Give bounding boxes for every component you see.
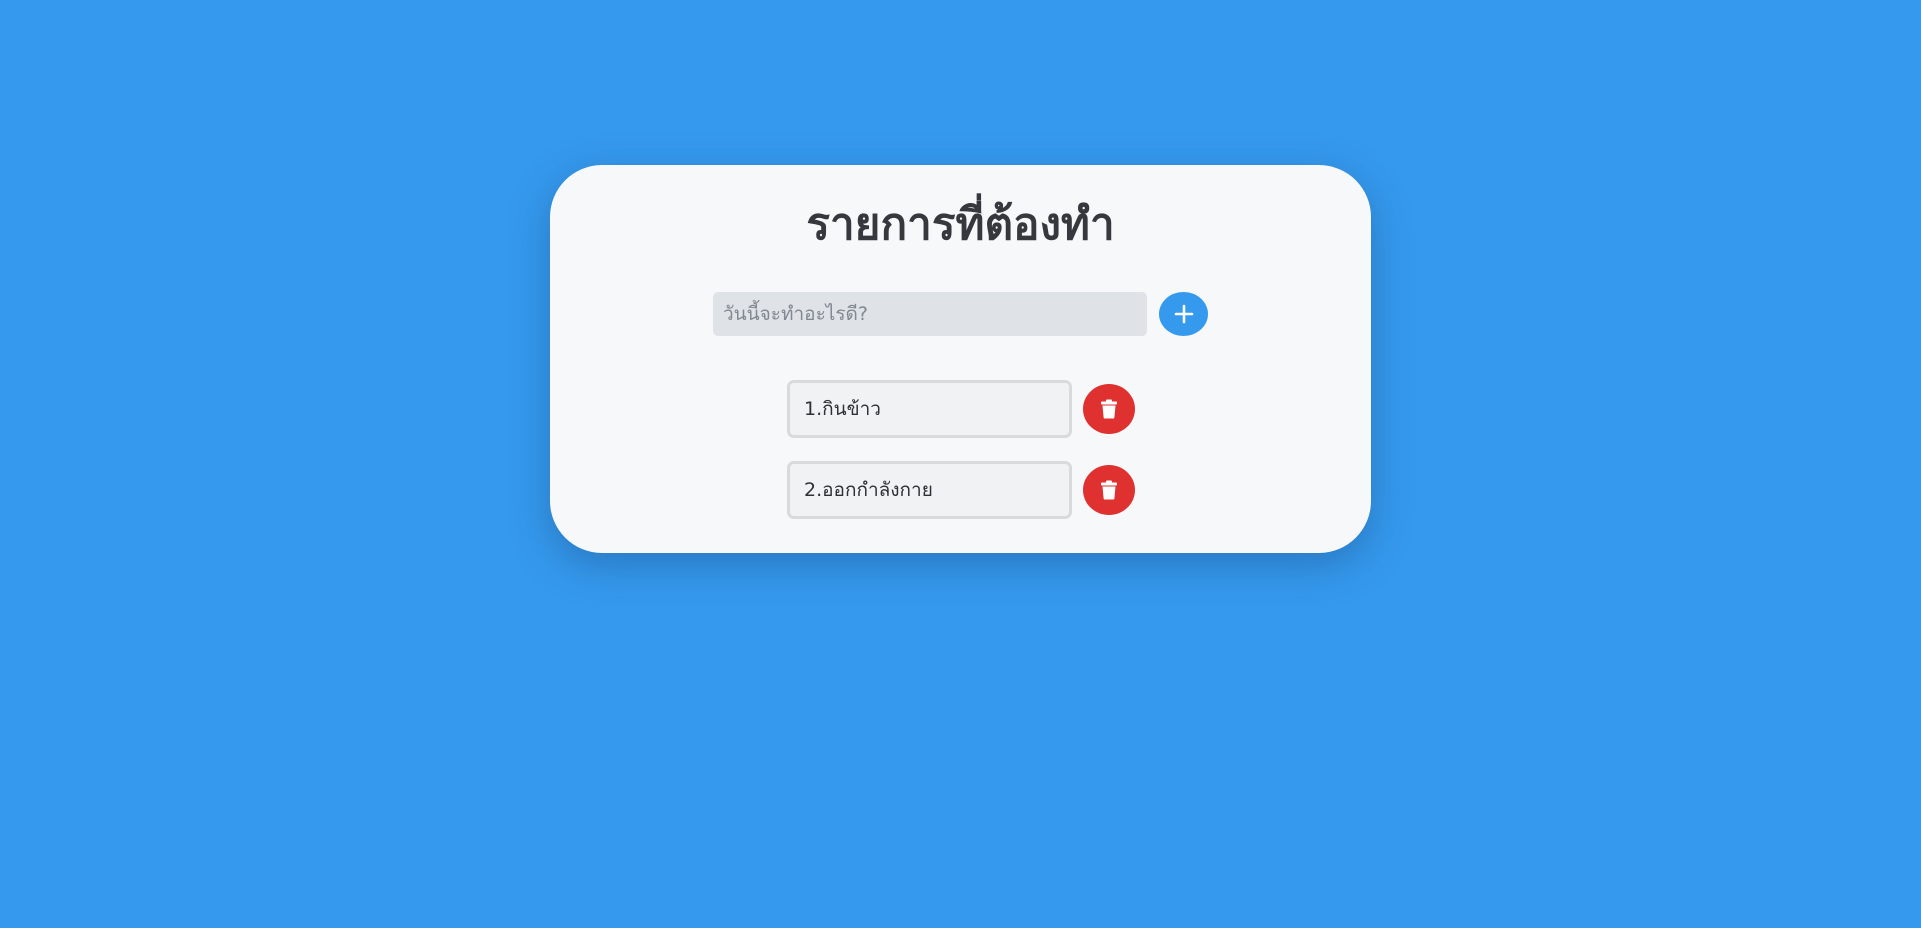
add-todo-button[interactable] (1159, 292, 1208, 336)
todo-item[interactable]: 1.กินข้าว (787, 380, 1072, 438)
page-title: รายการที่ต้องทำ (806, 199, 1115, 250)
plus-icon (1174, 304, 1193, 324)
todo-item-label: 1.กินข้าว (804, 398, 881, 420)
todo-card: รายการที่ต้องทำ 1.กินข้าว 2.ออกกำลังกาย (550, 165, 1371, 553)
trash-icon (1101, 399, 1117, 419)
delete-todo-button[interactable] (1083, 384, 1135, 434)
trash-icon (1101, 480, 1117, 500)
todo-item[interactable]: 2.ออกกำลังกาย (787, 461, 1072, 519)
delete-todo-button[interactable] (1083, 465, 1135, 515)
new-todo-input[interactable] (713, 292, 1147, 336)
todo-item-label: 2.ออกกำลังกาย (804, 479, 933, 501)
